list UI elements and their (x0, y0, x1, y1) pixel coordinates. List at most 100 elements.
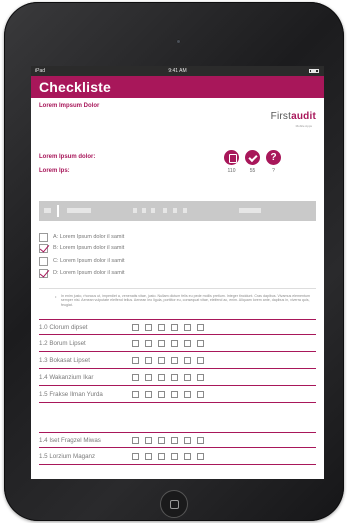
option-d-checkbox[interactable] (39, 269, 48, 278)
battery-icon (309, 69, 319, 73)
clock: 9:41 AM (168, 68, 187, 74)
rating-box[interactable] (158, 340, 165, 347)
question-icon: ? (266, 150, 281, 165)
toolbar-handle[interactable] (44, 208, 51, 213)
rating-box[interactable] (171, 437, 178, 444)
rating-box[interactable] (132, 324, 139, 331)
firstaudit-logo: Firstaudit (271, 111, 316, 122)
rating-box[interactable] (184, 340, 191, 347)
option-a-label: A: Lorem Ipsum dolor il samit (53, 234, 125, 240)
rating-box[interactable] (197, 391, 204, 398)
rating-box[interactable] (145, 391, 152, 398)
ipad-device: iPad 9:41 AM Checkliste Lorem Impsum Dol… (4, 2, 344, 521)
screen: iPad 9:41 AM Checkliste Lorem Impsum Dol… (31, 66, 324, 479)
rating-box[interactable] (184, 324, 191, 331)
rating-box[interactable] (132, 340, 139, 347)
check-icon (245, 150, 260, 165)
checklist-row: 1.3 Bokasat Lipset (39, 353, 316, 369)
rating-box[interactable] (197, 340, 204, 347)
checklist-row: 1.5 Lorzium Maganz (39, 449, 316, 465)
rating-box[interactable] (132, 374, 139, 381)
rating-box[interactable] (171, 324, 178, 331)
checklist-row: 1.0 Clorum dipset (39, 319, 316, 335)
page-subtitle: Lorem Impsum Dolor (39, 103, 100, 109)
stat-open-value: ? (272, 168, 275, 174)
rating-box[interactable] (145, 374, 152, 381)
field-label-2: Lorem Ips: (39, 168, 70, 174)
option-c-checkbox[interactable] (39, 257, 48, 266)
rating-box[interactable] (184, 391, 191, 398)
logo-first: First (270, 111, 292, 122)
home-button[interactable] (160, 490, 188, 518)
front-camera (176, 39, 181, 44)
rating-box[interactable] (145, 453, 152, 460)
home-square-icon (170, 500, 179, 509)
rating-box[interactable] (184, 453, 191, 460)
checklist-row-label: 1.5 Lorzium Maganz (39, 453, 96, 460)
stat-completed-value: 55 (249, 168, 256, 174)
checklist-row: 1.4 Iset Fragzel Miwas (39, 432, 316, 448)
checklist-row-label: 1.5 Frakse Ilman Yurda (39, 391, 103, 398)
logo-second: audit (291, 111, 316, 122)
rating-box[interactable] (184, 374, 191, 381)
checklist-row: 1.5 Frakse Ilman Yurda (39, 387, 316, 403)
logo-tagline: Mobile Apps (295, 124, 312, 128)
checklist-row-label: 1.4 Iset Fragzel Miwas (39, 437, 101, 444)
rating-box[interactable] (132, 453, 139, 460)
note-text: In enim justo, rhoncus ut, imperdiet a, … (61, 294, 311, 307)
stat-documents-value: 110 (227, 168, 236, 174)
rating-box[interactable] (197, 437, 204, 444)
option-c-label: C: Lorem Ipsum dolor il samit (53, 258, 125, 264)
editor-toolbar (39, 201, 316, 221)
rating-box[interactable] (171, 374, 178, 381)
rating-box[interactable] (158, 324, 165, 331)
checklist-row: 1.2 Borum Lipset (39, 336, 316, 352)
option-a-checkbox[interactable] (39, 233, 48, 242)
rating-box[interactable] (145, 340, 152, 347)
rating-box[interactable] (158, 437, 165, 444)
status-bar: iPad 9:41 AM (31, 66, 324, 76)
toolbar-tool-4[interactable] (163, 208, 167, 213)
rating-box[interactable] (197, 453, 204, 460)
page-title: Checkliste (39, 79, 112, 95)
rating-box[interactable] (171, 340, 178, 347)
note-bullet: • (55, 294, 57, 299)
rating-box[interactable] (197, 374, 204, 381)
toolbar-tool-7[interactable] (239, 208, 261, 213)
toolbar-tool-6[interactable] (183, 208, 187, 213)
rating-box[interactable] (171, 357, 178, 364)
toolbar-tool-1[interactable] (133, 208, 137, 213)
rating-box[interactable] (145, 324, 152, 331)
rating-box[interactable] (145, 357, 152, 364)
rating-box[interactable] (145, 437, 152, 444)
rating-box[interactable] (132, 391, 139, 398)
rating-box[interactable] (158, 453, 165, 460)
rating-box[interactable] (158, 357, 165, 364)
section-divider (39, 288, 316, 289)
rating-box[interactable] (184, 437, 191, 444)
rating-box[interactable] (197, 324, 204, 331)
toolbar-separator (57, 205, 59, 217)
toolbar-style-dropdown[interactable] (67, 208, 91, 213)
rating-box[interactable] (132, 437, 139, 444)
checklist-row: 1.4 Wakanzium Ikar (39, 370, 316, 386)
option-d-label: D: Lorem Ipsum dolor il samit (53, 270, 125, 276)
field-label-1: Lorem Ipsum dolor: (39, 154, 96, 160)
rating-box[interactable] (158, 374, 165, 381)
checklist-row-label: 1.0 Clorum dipset (39, 324, 88, 331)
checklist-row-label: 1.3 Bokasat Lipset (39, 357, 90, 364)
rating-box[interactable] (197, 357, 204, 364)
toolbar-tool-3[interactable] (151, 208, 155, 213)
rating-box[interactable] (132, 357, 139, 364)
rating-box[interactable] (158, 391, 165, 398)
title-bar: Checkliste (31, 76, 324, 98)
option-b-label: B: Lorem Ipsum dolor il samit (53, 245, 125, 251)
checklist-row-label: 1.2 Borum Lipset (39, 340, 86, 347)
checklist-row-label: 1.4 Wakanzium Ikar (39, 374, 94, 381)
rating-box[interactable] (171, 391, 178, 398)
toolbar-tool-5[interactable] (173, 208, 177, 213)
rating-box[interactable] (171, 453, 178, 460)
toolbar-tool-2[interactable] (142, 208, 146, 213)
rating-box[interactable] (184, 357, 191, 364)
option-b-checkbox[interactable] (39, 244, 48, 253)
